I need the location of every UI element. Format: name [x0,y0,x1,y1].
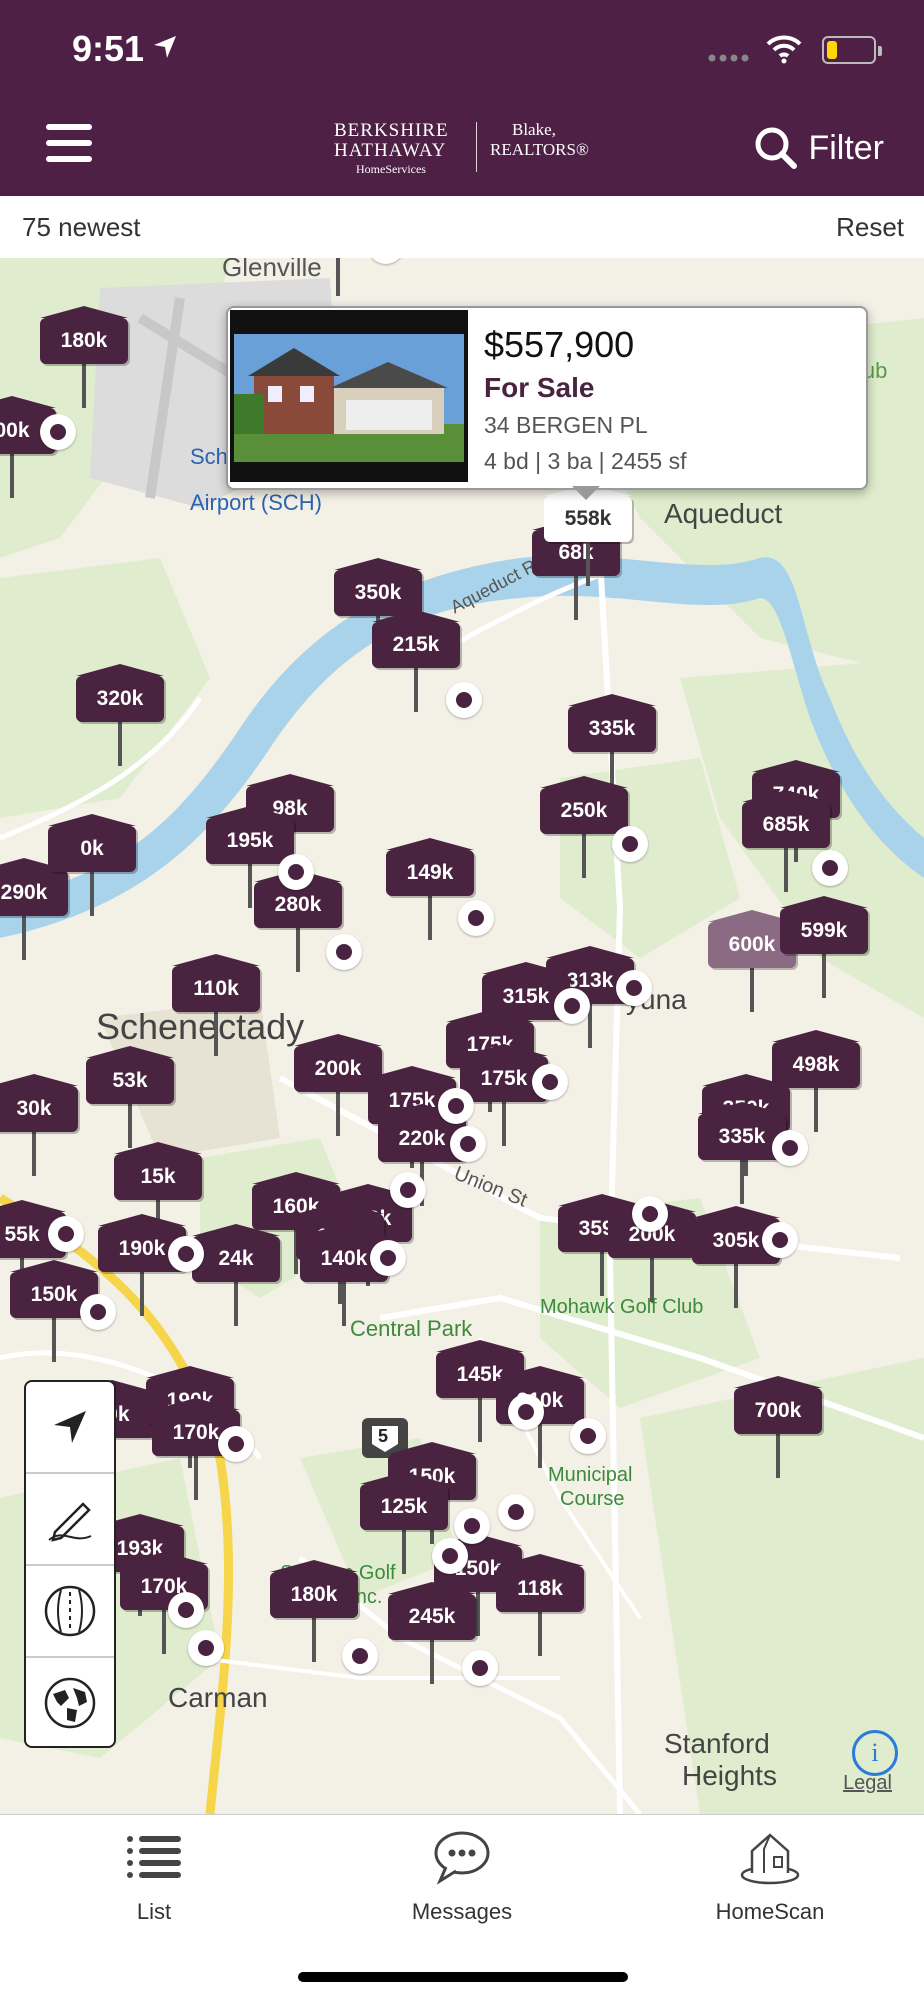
open-house-marker [168,1236,204,1272]
results-sort-label[interactable]: 75 newest [22,212,141,243]
open-house-marker [508,1394,544,1430]
brand-divider [476,122,477,172]
listing-price: $557,900 [484,324,635,365]
list-icon [127,1836,181,1878]
brand-right-2: REALTORS® [490,140,589,159]
map-label-schenectady: Schenectady [96,1006,305,1047]
open-house-marker [40,414,76,450]
locate-me-button[interactable] [26,1382,114,1474]
brand-logo: BERKSHIRE HATHAWAY HomeServices Blake, R… [334,120,594,176]
tab-homescan[interactable]: HomeScan [670,1827,870,1925]
open-house-marker [554,988,590,1024]
tab-homescan-label: HomeScan [715,1899,825,1924]
info-icon[interactable]: i [852,1730,898,1776]
open-house-marker [446,682,482,718]
map-label-municipal: Municipal [548,1464,633,1486]
listing-status: For Sale [484,372,595,403]
map-label-sch: Sch [190,444,228,469]
map-tools [24,1380,116,1748]
map-label-carman: Carman [168,1682,268,1713]
filter-label: Filter [808,128,884,167]
road-icon [44,1585,96,1637]
location-arrow-icon [154,36,176,58]
map-label-aqueduct: Aqueduct [664,498,783,529]
open-house-marker [498,1494,534,1530]
house-photo-icon [234,334,464,462]
open-house-marker [326,934,362,970]
open-house-marker [612,826,648,862]
open-house-marker [462,1650,498,1686]
filter-button[interactable]: Filter [754,126,884,170]
open-house-marker [432,1538,468,1574]
map-label-glenville: Glenville [222,258,322,282]
brand-line-2: HATHAWAY [334,140,447,161]
brand-right-1: Blake, [512,120,556,139]
app-header: BERKSHIRE HATHAWAY HomeServices Blake, R… [0,98,924,196]
battery-icon [822,36,882,64]
messages-icon [434,1831,490,1885]
open-house-marker [48,1216,84,1252]
listing-specs: 4 bd | 3 ba | 2455 sf [484,448,687,474]
homescan-icon [740,1833,800,1885]
popup-pointer [572,486,600,500]
open-house-marker [218,1426,254,1462]
open-house-marker [188,1630,224,1666]
results-toolbar: 75 newest Reset [0,196,924,259]
legal-link[interactable]: Legal [843,1772,892,1795]
listing-popup[interactable]: $557,900 For Sale 34 BERGEN PL 4 bd | 3 … [226,306,868,490]
open-house-marker [570,1418,606,1454]
open-house-marker [762,1222,798,1258]
brand-line-1: BERKSHIRE [334,120,449,141]
open-house-marker [454,1508,490,1544]
map-label-course: Course [560,1488,625,1510]
open-house-marker [458,900,494,936]
signal-icon [708,54,749,62]
search-icon [755,127,798,169]
map-view[interactable]: Glenville Sch Airport (SCH) lub Aqueduct… [0,258,924,1814]
map-label-stanford: Stanford [664,1728,770,1759]
open-house-marker [632,1196,668,1232]
open-house-marker [450,1126,486,1162]
map-label-airport: Airport (SCH) [190,490,323,515]
map-label-heights: Heights [682,1760,777,1791]
location-arrow-icon [54,1411,86,1443]
draw-button[interactable] [26,1474,114,1566]
map-type-road-button[interactable] [26,1566,114,1658]
brand-line-3: HomeServices [356,162,426,176]
route-shield-label: 5 [378,1426,389,1446]
open-house-marker [616,970,652,1006]
globe-icon [44,1677,96,1729]
status-bar: 9:51 [0,0,924,98]
open-house-marker [168,1592,204,1628]
home-indicator [298,1972,628,1982]
status-time: 9:51 [72,28,145,69]
tab-list-label: List [136,1899,172,1924]
tab-list[interactable]: List [54,1827,254,1925]
map-type-satellite-button[interactable] [26,1658,114,1748]
open-house-marker [772,1130,808,1166]
open-house-marker [438,1088,474,1124]
open-house-marker [342,1638,378,1674]
reset-button[interactable]: Reset [836,212,904,243]
tab-messages[interactable]: Messages [362,1827,562,1925]
tab-messages-label: Messages [411,1899,513,1924]
open-house-marker [812,850,848,886]
open-house-marker [532,1064,568,1100]
pencil-icon [48,1502,92,1542]
open-house-marker [80,1294,116,1330]
open-house-marker [278,854,314,890]
open-house-marker [390,1172,426,1208]
wifi-icon [766,35,802,64]
listing-address: 34 BERGEN PL [484,412,648,438]
map-label-central-park: Central Park [350,1316,473,1341]
map-label-mohawk-golf: Mohawk Golf Club [540,1296,704,1318]
open-house-marker [370,1240,406,1276]
listing-photo [230,310,468,482]
menu-icon[interactable] [46,124,92,170]
